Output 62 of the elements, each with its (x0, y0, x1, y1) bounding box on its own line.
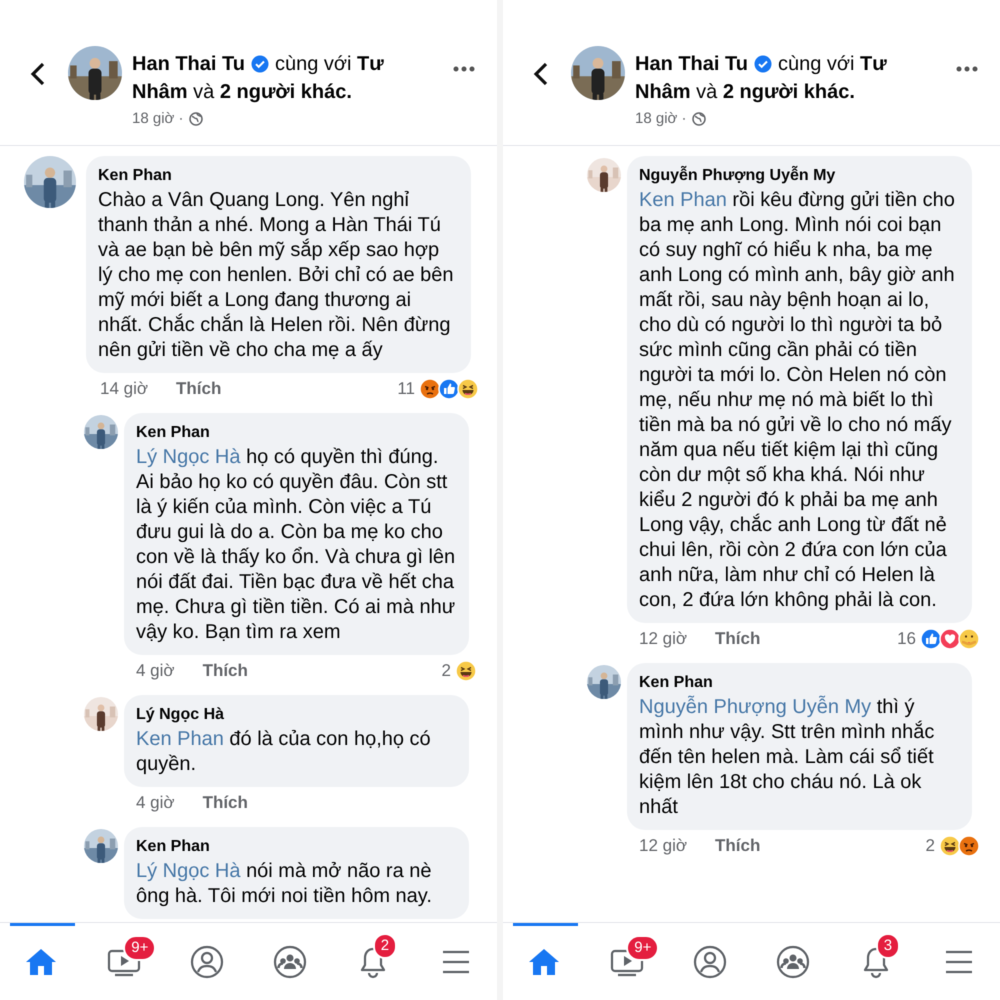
notification-badge: 3 (876, 932, 900, 958)
like-link[interactable]: Thích (202, 791, 248, 815)
comment-author[interactable]: Nguyễn Phượng Uyễn My (639, 164, 836, 188)
comment-time: 4 giờ (136, 792, 175, 814)
more-options-icon[interactable] (453, 66, 475, 72)
heart-reaction-icon (939, 628, 961, 650)
mention-link[interactable]: Lý Ngọc Hà (136, 860, 240, 882)
profile-icon[interactable] (693, 944, 728, 978)
mention-link[interactable]: Lý Ngọc Hà (136, 446, 240, 468)
laughing-reaction-icon (939, 835, 961, 857)
comment-author[interactable]: Lý Ngọc Hà (136, 703, 224, 727)
comment-author[interactable]: Ken Phan (98, 164, 172, 188)
mention-link[interactable]: Ken Phan (136, 728, 224, 750)
comment-time: 4 giờ (136, 660, 175, 682)
comment-text: Ken Phan rồi kêu đừng gửi tiền cho ba mẹ anh Long. Mình nói coi bạn có suy nghĩ có hiểu k nha, ba mẹ anh Long có mình anh, bây giờ anh mất rồi, sau này bệnh hoạn ai lo, cho dù có người lo thì người ta bỏ sức mình cũng cần phải có tiền người ta mới lo. Còn Helen nó còn mẹ, nếu như mẹ nó mà biết lo thì tiền mà ba nó gửi về lo cho nó mấy năm qua nếu tiết kiệm lại thì cũng còn dư một số kha khá. Nói như kiểu 2 người đó k phải ba mẹ anh Long vậy, chắc anh Long từ đất nẻ chui lên, rồi còn 2 đứa con lớn của anh nữa, làm như chỉ có Helen là con, 2 đứa lớn không phải là con. (639, 188, 956, 613)
comment-time: 12 giờ (639, 835, 688, 857)
comment-author[interactable]: Ken Phan (136, 421, 210, 445)
like-link[interactable]: Thích (202, 659, 248, 683)
like-link[interactable]: Thích (715, 834, 760, 858)
mention-link[interactable]: Ken Phan (639, 189, 727, 211)
post-author[interactable]: Han Thai Tu (132, 50, 245, 78)
comment-text: Lý Ngọc Hà họ có quyền thì đúng. Ai bảo họ ko có quyền đâu. Còn stt là ý kiến của mình. Còn việc a Tú đưu gui là do a. Còn ba mẹ ko cho con về là thấy ko ổn. Và chưa gì lên nói đất đai. Tiền bạc đưa về hết cha mẹ. Chưa gì tiền tiền. Có ai mà như vậy ko. Bạn tìm ra xem (136, 445, 456, 645)
tagged-people: Nhâm và 2 người khác. (635, 80, 855, 105)
reaction-count: 11 (397, 378, 415, 400)
globe-icon (188, 112, 203, 126)
comment-text: Ken Phan đó là của con họ,họ có quyền. (136, 727, 432, 777)
like-link[interactable]: Thích (715, 627, 760, 651)
tagged-people: cùng với Tư (778, 52, 887, 77)
like-reaction-icon (438, 378, 460, 400)
notification-badge: 9+ (123, 934, 156, 960)
mention-link[interactable]: Nguyễn Phượng Uyễn My (639, 696, 872, 718)
hugging-reaction-icon (958, 628, 980, 650)
comment-text: Nguyễn Phượng Uyễn My thì ý mình như vậy. Stt trên mình nhắc đến tên helen mà. Làm cái sổ tiết kiệm lên 18t cho cháu nó. Là ok nhất (639, 695, 936, 820)
reaction-count: 16 (897, 628, 916, 650)
profile-icon[interactable] (190, 944, 224, 978)
notification-badge: 2 (372, 932, 398, 958)
post-time: 18 giờ · (635, 109, 687, 129)
globe-icon (692, 112, 706, 126)
reaction-count: 2 (442, 660, 451, 682)
groups-icon[interactable] (272, 944, 307, 978)
angry-reaction-icon (958, 835, 980, 857)
comment-author[interactable]: Ken Phan (639, 671, 713, 695)
comment-text: Lý Ngọc Hà nói mà mở não ra nè ông hà. Tôi mới noi tiền hôm nay. (136, 859, 433, 909)
comment-author[interactable]: Ken Phan (136, 835, 210, 859)
comment-time: 12 giờ (639, 628, 688, 650)
tagged-people: cùng với Tư (274, 52, 384, 77)
post-time: 18 giờ · (132, 109, 184, 129)
post-author[interactable]: Han Thai Tu (635, 50, 748, 78)
tagged-people: Nhâm và 2 người khác. (132, 80, 352, 105)
groups-icon[interactable] (776, 944, 810, 978)
reaction-count: 2 (926, 835, 935, 857)
angry-reaction-icon (419, 378, 441, 400)
back-icon[interactable] (30, 62, 46, 86)
back-icon[interactable] (533, 62, 549, 86)
laughing-reaction-icon (457, 378, 479, 400)
like-link[interactable]: Thích (176, 377, 222, 401)
laughing-reaction-icon (455, 660, 477, 682)
like-reaction-icon (920, 628, 942, 650)
comment-time: 14 giờ (100, 378, 148, 400)
more-options-icon[interactable] (956, 66, 978, 72)
notification-badge: 9+ (626, 934, 660, 960)
comment-text: Chào a Vân Quang Long. Yên nghỉ thanh thản a nhé. Mong a Hàn Thái Tú và ae bạn bè bên mỹ sắp xếp sao hợp lý cho mẹ con henlen. Bởi chỉ có ae bên mỹ mới biết a Long đang thương ai nhất. Chắc chắn là Helen rồi. Nên đừng nên gửi tiền về cho cha mẹ a ấy (98, 188, 455, 363)
